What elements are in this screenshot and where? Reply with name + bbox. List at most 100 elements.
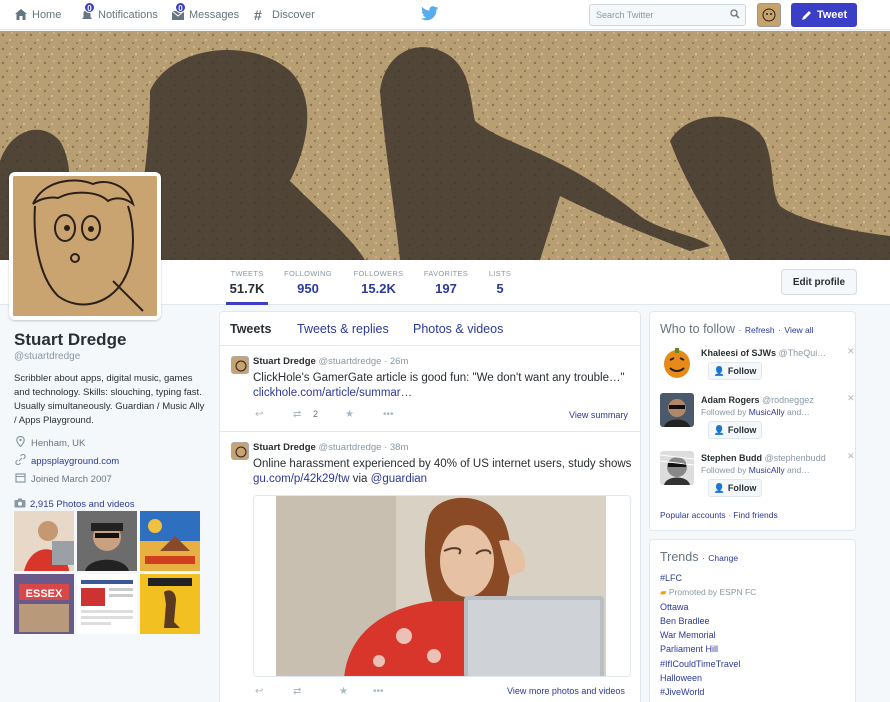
follow-button[interactable]: 👤 Follow — [708, 362, 762, 380]
tweet-author-name[interactable]: Stuart Dredge — [253, 442, 316, 453]
more-icon[interactable]: ••• — [373, 686, 384, 697]
nav-home[interactable]: Home — [14, 0, 61, 30]
tweet-avatar[interactable] — [231, 356, 249, 374]
camera-icon — [14, 498, 26, 511]
compose-tweet-button[interactable]: Tweet — [791, 3, 857, 27]
dismiss-icon[interactable]: ✕ — [847, 393, 855, 404]
suggestion-name-text: Adam Rogers — [701, 395, 760, 405]
tweet-avatar[interactable] — [231, 442, 249, 460]
twitter-bird-icon[interactable] — [421, 6, 439, 21]
followed-by-link[interactable]: MusicAlly — [749, 465, 785, 475]
photo-thumb[interactable] — [14, 511, 74, 571]
suggestion-avatar[interactable] — [660, 346, 694, 380]
follow-user-icon: 👤 — [713, 424, 725, 435]
profile-bio: Scribbler about apps, digital music, gam… — [14, 373, 205, 426]
stat-lists-value: 5 — [496, 281, 504, 296]
dismiss-icon[interactable]: ✕ — [847, 451, 855, 462]
promoted-icon: ▰ — [660, 587, 667, 598]
trend-item[interactable]: War Memorial — [660, 630, 756, 644]
tweet-link[interactable]: clickhole.com/article/summar… — [253, 387, 412, 399]
reply-icon[interactable]: ↩ — [255, 409, 263, 420]
stat-following[interactable]: FOLLOWING 950 — [281, 269, 335, 296]
photo-thumb[interactable]: ESSEX — [14, 574, 74, 634]
search-input[interactable]: Search Twitter — [589, 4, 746, 26]
profile-website-link[interactable]: appsplayground.com — [31, 456, 119, 467]
trend-promoted-label: ▰ Promoted by ESPN FC — [660, 587, 756, 601]
notifications-badge: 0 — [84, 2, 95, 13]
followed-by-link[interactable]: MusicAlly — [749, 407, 785, 417]
tweet-item[interactable]: Stuart Dredge @stuartdredge · 38m Online… — [220, 433, 640, 702]
popular-accounts-link[interactable]: Popular accounts — [660, 510, 726, 520]
tweet-mention[interactable]: @guardian — [371, 473, 427, 485]
photo-thumb[interactable] — [140, 574, 200, 634]
photo-thumb[interactable] — [140, 511, 200, 571]
stat-favorites-label: FAVORITES — [423, 269, 469, 278]
profile-name[interactable]: Stuart Dredge — [14, 330, 206, 350]
stat-tweets-label: TWEETS — [230, 269, 264, 278]
follow-button[interactable]: 👤 Follow — [708, 421, 762, 439]
trends-title: Trends — [660, 550, 699, 564]
suggestion-avatar[interactable] — [660, 393, 694, 427]
tweet-author-meta: @stuartdredge · 38m — [318, 442, 409, 453]
stat-tweets[interactable]: TWEETS 51.7K — [226, 269, 268, 305]
trend-item[interactable]: #JiveWorld — [660, 687, 756, 701]
stat-lists[interactable]: LISTS 5 — [486, 269, 514, 296]
view-summary-link[interactable]: View summary — [569, 410, 628, 420]
trend-item[interactable]: Halloween — [660, 673, 756, 687]
profile-avatar[interactable] — [9, 172, 161, 320]
suggestion-name[interactable]: Adam Rogers @rodneggez — [701, 395, 841, 405]
follow-button[interactable]: 👤 Follow — [708, 479, 762, 497]
trend-item[interactable]: Ben Bradlee — [660, 616, 756, 630]
photo-thumb[interactable] — [77, 511, 137, 571]
photos-videos-label[interactable]: 2,915 Photos and videos — [30, 499, 135, 510]
view-all-link[interactable]: View all — [784, 325, 813, 335]
nav-notifications[interactable]: 0 Notifications — [80, 0, 158, 30]
retweet-icon[interactable]: ⇄ — [293, 686, 301, 697]
link-icon — [14, 453, 26, 468]
dismiss-icon[interactable]: ✕ — [847, 346, 855, 357]
account-avatar[interactable] — [757, 3, 781, 27]
tweet-link[interactable]: gu.com/p/42k29/tw — [253, 473, 350, 485]
suggestion-name[interactable]: Khaleesi of SJWs @TheQui… — [701, 348, 841, 358]
edit-profile-button[interactable]: Edit profile — [781, 269, 857, 295]
photos-videos-link[interactable]: 2,915 Photos and videos — [14, 498, 206, 511]
tweet-author-name[interactable]: Stuart Dredge — [253, 356, 316, 367]
nav-discover[interactable]: # Discover — [254, 0, 315, 30]
trend-item[interactable]: Ottawa — [660, 602, 756, 616]
trend-item[interactable]: Parliament Hill — [660, 644, 756, 658]
view-more-photos-link[interactable]: View more photos and videos — [507, 686, 625, 696]
tab-photos-videos[interactable]: Photos & videos — [413, 322, 503, 336]
suggestion-name[interactable]: Stephen Budd @stephenbudd — [701, 453, 841, 463]
stat-followers[interactable]: FOLLOWERS 15.2K — [351, 269, 406, 296]
tab-tweets[interactable]: Tweets — [230, 322, 271, 336]
trend-item[interactable]: #IfICouldTimeTravel — [660, 659, 756, 673]
tweet-media-photo[interactable] — [253, 495, 631, 677]
location-pin-icon — [14, 435, 26, 450]
trend-promoted-text: Promoted by ESPN FC — [668, 587, 757, 598]
more-icon[interactable]: ••• — [383, 409, 394, 420]
who-to-follow-title: Who to follow — [660, 322, 736, 336]
nav-messages[interactable]: 0 Messages — [171, 0, 239, 30]
trends-header: Trends · Change — [660, 550, 739, 564]
search-icon[interactable] — [730, 9, 740, 21]
refresh-link[interactable]: Refresh — [745, 325, 775, 335]
tweet-item[interactable]: Stuart Dredge @stuartdredge · 26m ClickH… — [220, 347, 640, 432]
retweet-icon[interactable]: ⇄ — [293, 409, 301, 420]
profile-handle[interactable]: @stuartdredge — [14, 351, 206, 362]
trend-item[interactable]: #LFC — [660, 573, 756, 587]
compose-tweet-label: Tweet — [816, 9, 848, 21]
tweet-header: Stuart Dredge @stuartdredge · 38m — [253, 442, 408, 453]
favorite-icon[interactable]: ★ — [345, 409, 354, 420]
suggestion-avatar[interactable] — [660, 451, 694, 485]
reply-icon[interactable]: ↩ — [255, 686, 263, 697]
trends-change-link[interactable]: Change — [708, 553, 738, 563]
stat-favorites[interactable]: FAVORITES 197 — [421, 269, 471, 296]
favorite-icon[interactable]: ★ — [339, 686, 348, 697]
find-friends-link[interactable]: Find friends — [733, 510, 777, 520]
tweet-author-meta: @stuartdredge · 26m — [318, 356, 409, 367]
top-nav: Home 0 Notifications 0 Messages # Discov… — [0, 0, 890, 30]
photo-thumb[interactable] — [77, 574, 137, 634]
compose-icon — [801, 11, 811, 20]
tab-tweets-replies[interactable]: Tweets & replies — [297, 322, 389, 336]
stat-tweets-value: 51.7K — [229, 281, 265, 296]
